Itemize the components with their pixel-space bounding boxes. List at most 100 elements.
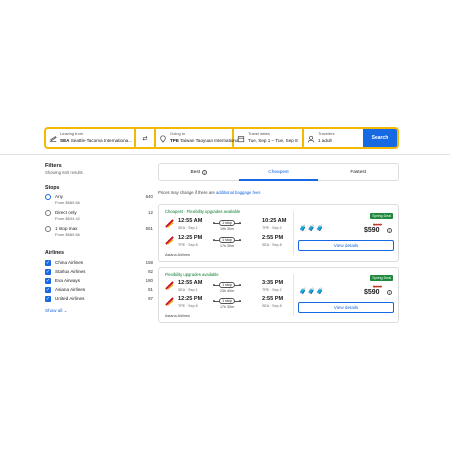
airline-count: 158 xyxy=(145,260,153,265)
airline-count: 180 xyxy=(145,278,153,283)
return-leg: 12:25 PM TPE · Sep 8 1 stop 17h 30m 2:55… xyxy=(165,235,293,255)
stop-count: 640 xyxy=(145,194,153,199)
info-icon[interactable]: i xyxy=(387,228,392,233)
airline-filter-asiana[interactable]: ✓ Asiana Airlines 81 xyxy=(45,287,153,296)
checkbox-checked[interactable]: ✓ xyxy=(45,260,51,266)
card-divider xyxy=(293,211,294,255)
arrival-time: 2:55 PM xyxy=(262,235,284,241)
amenities-icons: 🧳🧳🧳 xyxy=(299,226,325,232)
header-divider xyxy=(0,154,450,155)
flight-card[interactable]: Cheapest · Flexibility upgrades availabl… xyxy=(158,204,399,262)
airline-filter-starlux[interactable]: ✓ Starlux Airlines 82 xyxy=(45,269,153,278)
asiana-logo-icon xyxy=(165,281,174,290)
radio[interactable] xyxy=(45,226,51,232)
sort-tabs: Best i Cheapest Fastest xyxy=(158,163,399,181)
travel-dates-value: Tue, Sep 1 – Tue, Sep 8 xyxy=(248,138,298,143)
arrival-time: 3:35 PM xyxy=(262,280,284,286)
flight-tag: Flexibility upgrades available xyxy=(165,272,219,277)
departure-airport-date: TPE · Sep 8 xyxy=(178,243,198,247)
travel-dates-field[interactable]: Travel dates Tue, Sep 1 – Tue, Sep 8 xyxy=(234,129,302,147)
asiana-logo-icon xyxy=(165,236,174,245)
airline-label: Eva Airways xyxy=(55,278,81,283)
stop-option-1-stop[interactable]: 1 stop max From $589.66 551 xyxy=(45,226,153,238)
arrival-time: 2:55 PM xyxy=(262,296,284,302)
stops-indicator: 1 stop xyxy=(213,220,241,226)
travel-dates-label: Travel dates xyxy=(248,131,270,136)
flight-tag: Cheapest · Flexibility upgrades availabl… xyxy=(165,209,241,214)
leaving-from-field[interactable]: Leaving from SEA Seattle-Tacoma Internat… xyxy=(46,129,134,147)
radio-selected[interactable] xyxy=(45,194,51,200)
asiana-logo-icon xyxy=(165,219,174,228)
airline-filter-united[interactable]: ✓ United Airlines 97 xyxy=(45,296,153,305)
stop-price: From $634.42 xyxy=(55,216,80,221)
show-all-airlines-link[interactable]: Show all ⌄ xyxy=(45,308,153,314)
stops-heading: Stops xyxy=(45,185,60,191)
stop-count: 12 xyxy=(148,210,153,215)
person-icon xyxy=(307,135,315,143)
checkbox-checked[interactable]: ✓ xyxy=(45,278,51,284)
travelers-value: 1 adult xyxy=(318,138,332,143)
airline-label: China Airlines xyxy=(55,260,84,265)
leaving-from-label: Leaving from xyxy=(60,131,84,136)
arrival-time: 10:25 AM xyxy=(262,218,287,224)
airline-label: Starlux Airlines xyxy=(55,269,86,274)
travelers-field[interactable]: Travelers 1 adult xyxy=(304,129,359,147)
search-bar: Leaving from SEA Seattle-Tacoma Internat… xyxy=(44,127,399,149)
airline-filter-china[interactable]: ✓ China Airlines 158 xyxy=(45,260,153,269)
info-icon[interactable]: i xyxy=(387,290,392,295)
stop-option-direct[interactable]: Direct only From $634.42 12 xyxy=(45,210,153,222)
search-button[interactable]: Search xyxy=(363,129,397,147)
flight-card[interactable]: Flexibility upgrades available 12:55 AM … xyxy=(158,267,399,323)
amenities-icons: 🧳🧳🧳 xyxy=(299,289,325,295)
airline-label: Asiana Airlines xyxy=(55,287,86,292)
airline-label: United Airlines xyxy=(55,296,85,301)
stops-indicator: 1 stop xyxy=(213,237,241,243)
going-to-field[interactable]: Going to TPE Taiwan Taoyuan Internationa… xyxy=(156,129,242,147)
travelers-label: Travelers xyxy=(318,131,335,136)
airline-filter-eva[interactable]: ✓ Eva Airways 180 xyxy=(45,278,153,287)
departure-time: 12:25 PM xyxy=(178,296,203,302)
flight-duration: 17h 30m xyxy=(220,244,234,248)
view-details-button[interactable]: View details xyxy=(298,240,394,251)
departure-time: 12:55 AM xyxy=(178,280,203,286)
airline-count: 97 xyxy=(148,296,153,301)
price: $590 xyxy=(364,289,380,296)
info-icon[interactable]: i xyxy=(202,169,208,175)
card-divider xyxy=(293,274,294,316)
plane-takeoff-icon xyxy=(49,136,57,142)
arrival-airport-date: TPE · Sep 2 xyxy=(262,226,282,230)
view-details-button[interactable]: View details xyxy=(298,302,394,313)
swap-icon[interactable]: ⇄ xyxy=(136,129,154,147)
radio[interactable] xyxy=(45,210,51,216)
checkbox-checked[interactable]: ✓ xyxy=(45,287,51,293)
flight-duration: 19h 30m xyxy=(220,227,234,231)
checkbox-checked[interactable]: ✓ xyxy=(45,296,51,302)
going-to-label: Going to xyxy=(170,131,186,136)
price: $590 xyxy=(364,227,380,234)
stop-count: 551 xyxy=(145,226,153,231)
tab-best[interactable]: Best i xyxy=(159,164,239,180)
stop-label: 1 stop max xyxy=(55,226,78,231)
departure-airport-date: TPE · Sep 8 xyxy=(178,304,198,308)
airline-name: Asiana Airlines xyxy=(165,253,190,257)
flight-duration: 23h 40m xyxy=(220,289,234,293)
stops-indicator: 1 stop xyxy=(213,298,241,304)
going-to-value: TPE Taiwan Taoyuan Internationa... xyxy=(170,138,243,143)
stop-label: Any xyxy=(55,194,63,199)
stop-option-any[interactable]: Any From $589.66 640 xyxy=(45,194,153,206)
arrival-airport-date: SEA · Sep 8 xyxy=(262,243,282,247)
baggage-notice: Prices may change if there are additiona… xyxy=(158,190,261,195)
flight-duration: 17h 30m xyxy=(220,305,234,309)
arrival-airport-date: TPE · Sep 2 xyxy=(262,288,282,292)
tab-cheapest[interactable]: Cheapest xyxy=(238,164,319,181)
filters-sidebar: Filters Showing 640 results Stops Any Fr… xyxy=(45,163,153,314)
stop-label: Direct only xyxy=(55,210,77,215)
airline-count: 82 xyxy=(148,269,153,274)
chevron-down-icon: ⌄ xyxy=(63,308,68,313)
map-pin-icon xyxy=(160,135,166,143)
stops-indicator: 1 stop xyxy=(213,282,241,288)
filters-title: Filters xyxy=(45,163,62,169)
baggage-fees-link[interactable]: additional baggage fees xyxy=(216,190,260,195)
tab-fastest[interactable]: Fastest xyxy=(318,164,398,180)
checkbox-checked[interactable]: ✓ xyxy=(45,269,51,275)
